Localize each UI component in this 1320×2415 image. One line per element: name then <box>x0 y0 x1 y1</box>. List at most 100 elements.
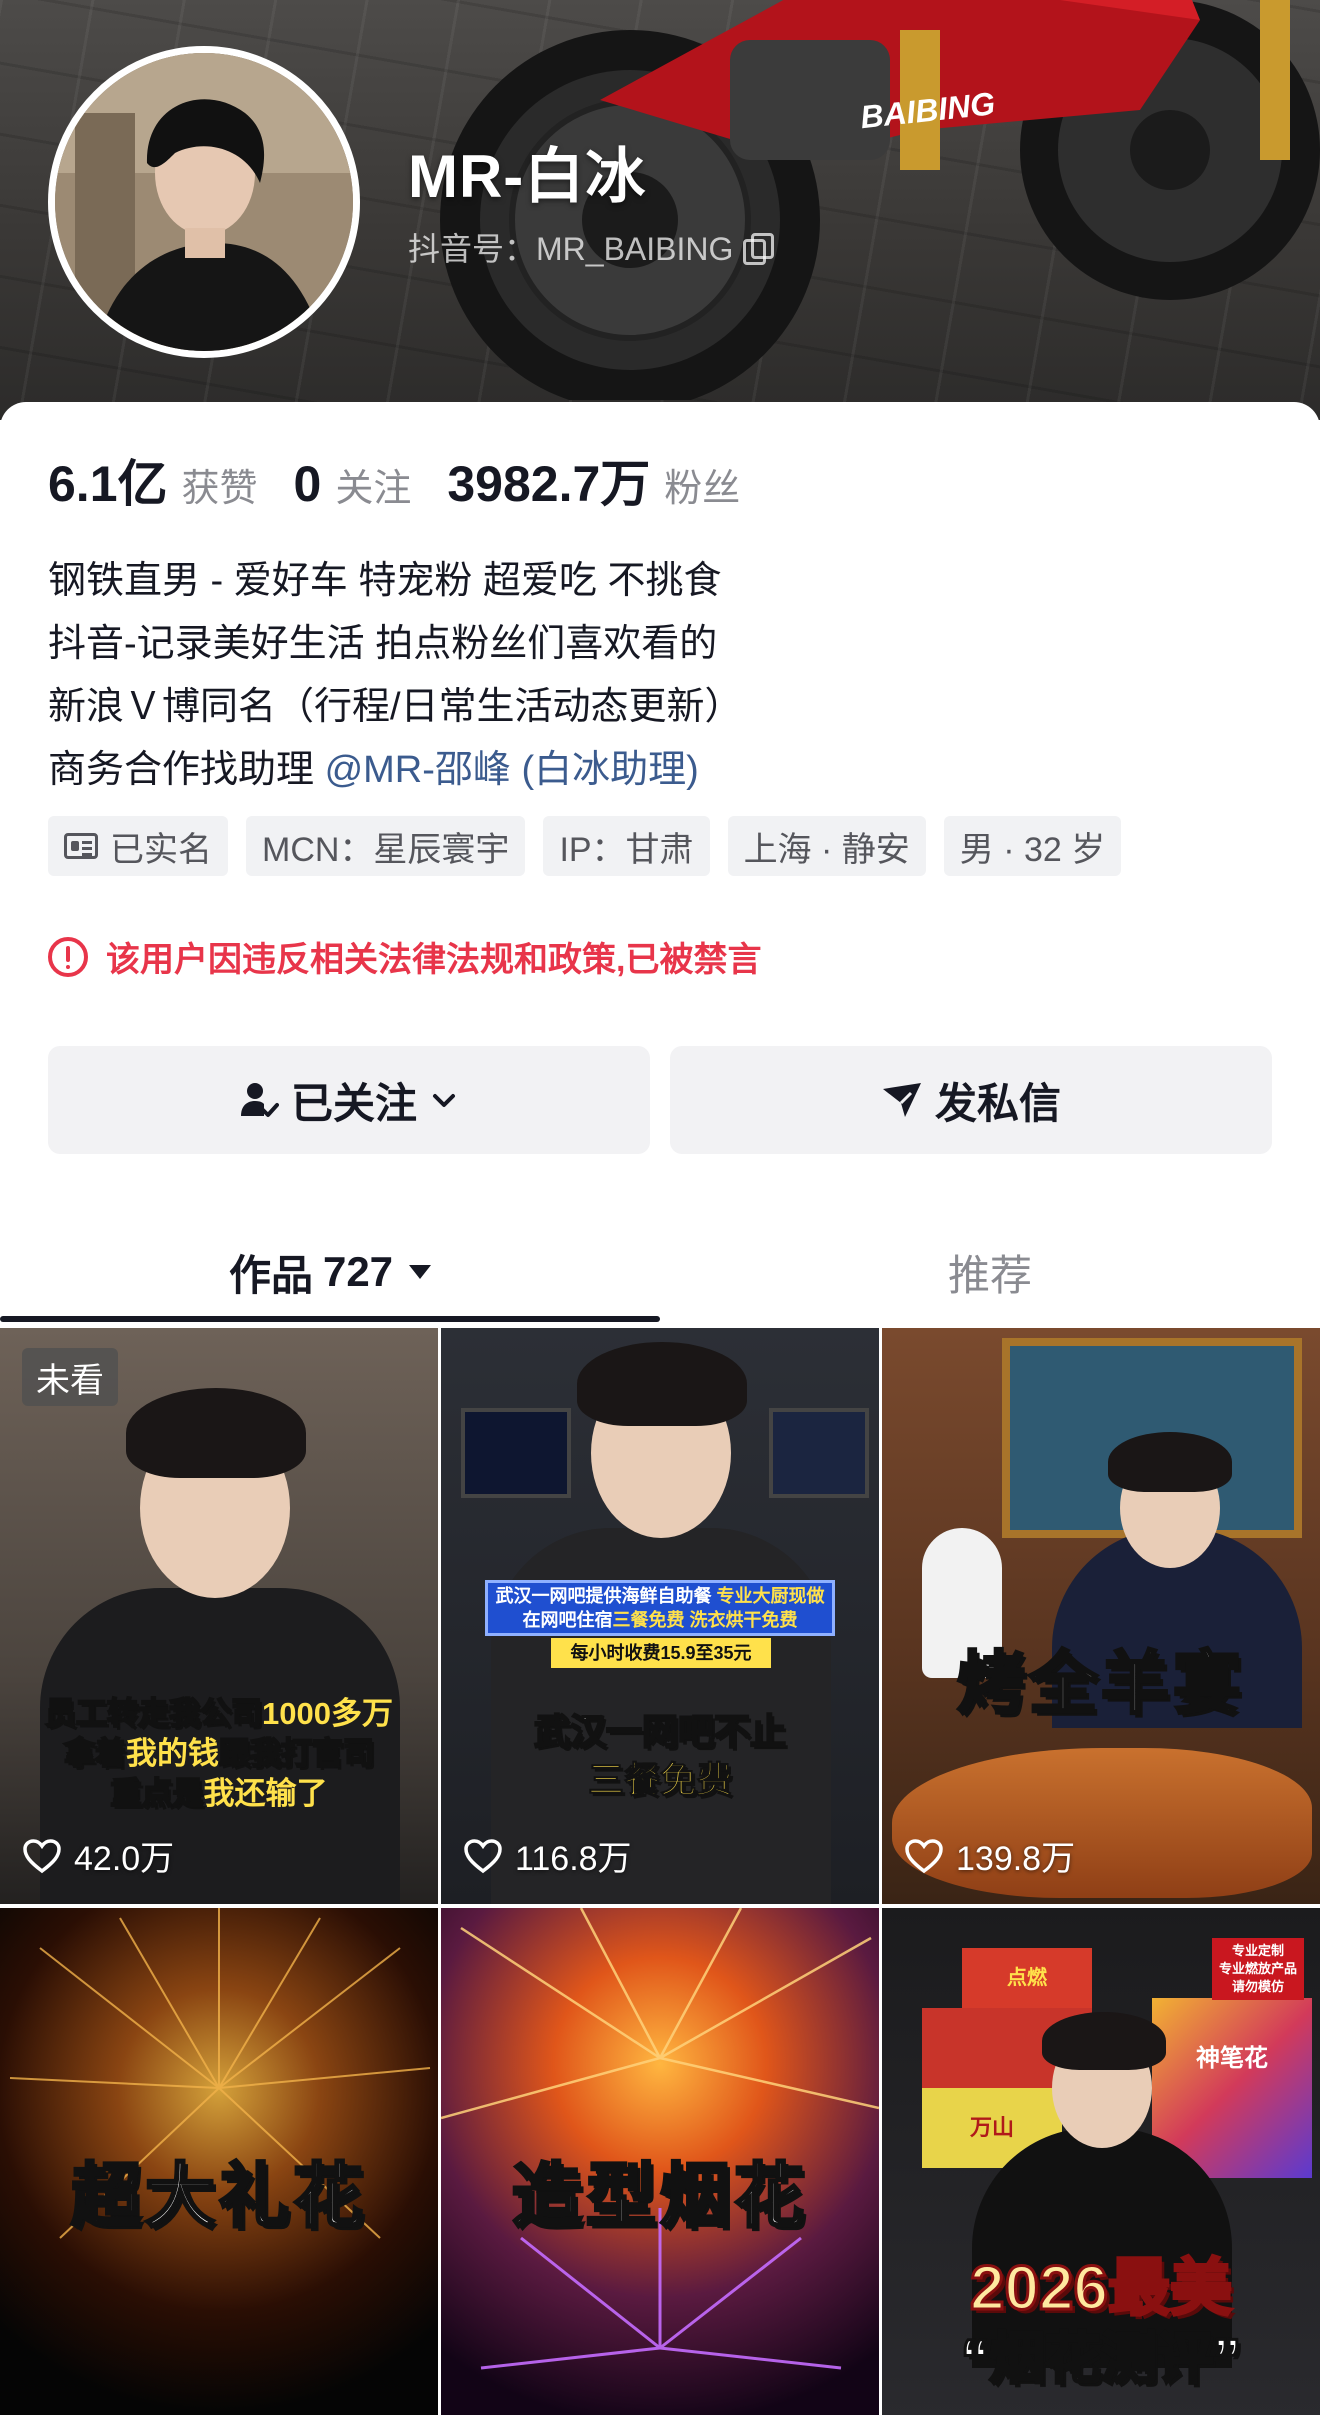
caption-text: 拿着 <box>63 1735 127 1772</box>
person-hair <box>1108 1432 1232 1492</box>
tag-gender-age: 男 · 32 岁 <box>943 816 1122 876</box>
message-button[interactable]: 发私信 <box>670 1046 1272 1154</box>
tag-ip: IP：甘肃 <box>543 816 710 876</box>
sign-text: 专业燃放产品 <box>1218 1961 1297 1976</box>
tag-label: 已实名 <box>110 830 212 869</box>
tab-works-count: 727 <box>322 1248 394 1295</box>
bio-line: 商务合作找助理 @MR-邵峰 (白冰助理) <box>48 739 743 802</box>
tag-verified[interactable]: 已实名 <box>48 816 228 876</box>
profile-stats: 6.1亿 获赞 0 关注 3982.7万 粉丝 <box>48 444 776 516</box>
caption-text: 武汉一网吧不止 <box>533 1710 787 1753</box>
tag-mcn[interactable]: MCN：星辰寰宇 <box>246 816 526 876</box>
send-icon <box>882 1083 921 1117</box>
bio-line-text: 商务合作找助理 <box>48 749 325 791</box>
ban-notice-text: 该用户因违反相关法律法规和政策,已被禁言 <box>106 941 762 979</box>
caption-highlight: 三餐免费 <box>587 1759 732 1801</box>
douyin-id-row[interactable]: 抖音号：MR_BAIBING <box>408 224 775 270</box>
video-caption: 武汉一网吧不止 三餐免费 <box>441 1708 879 1804</box>
stat-label: 关注 <box>335 468 412 510</box>
tab-recommend-label: 推荐 <box>947 1251 1032 1299</box>
video-thumbnail[interactable]: 烤全羊宴 139.8万 <box>882 1328 1320 1904</box>
likes-count: 139.8万 <box>956 1840 1076 1878</box>
tab-works[interactable]: 作品 727 <box>0 1222 660 1322</box>
caption-text: 跟我打官司 <box>218 1735 375 1772</box>
chevron-down-icon <box>433 1094 455 1107</box>
video-thumbnail[interactable]: 造型烟花 <box>441 1908 879 2415</box>
video-headline: 造型烟花 <box>511 2156 808 2237</box>
sign-text: 请勿模仿 <box>1231 1979 1284 1994</box>
id-card-icon <box>64 833 98 859</box>
copy-icon[interactable] <box>743 233 775 265</box>
heart-icon <box>23 1838 61 1873</box>
banner-text: 在网吧住宿 <box>522 1610 613 1630</box>
banner-highlight: 洗衣烘干免费 <box>689 1610 798 1630</box>
banner-highlight: 专业大厨现做 <box>716 1586 825 1606</box>
video-likes: 42.0万 <box>22 1831 174 1880</box>
video-headline: 超大礼花 <box>70 2156 367 2237</box>
tab-recommend[interactable]: 推荐 <box>660 1222 1320 1322</box>
video-likes: 139.8万 <box>904 1831 1075 1880</box>
stat-value: 0 <box>293 456 322 512</box>
headline-line: 2026最美 <box>969 2253 1234 2325</box>
bio-line: 钢铁直男 - 爱好车 特宠粉 超爱吃 不挑食 <box>48 560 722 602</box>
video-thumbnail[interactable]: 点燃 万山 神笔花 专业定制 专业燃放产品 请勿模仿 2026最美 “烟花测评” <box>882 1908 1320 2415</box>
stat-value: 3982.7万 <box>447 456 651 512</box>
box-label: 万山 <box>969 2115 1014 2140</box>
stat-value: 6.1亿 <box>48 456 168 512</box>
stat-label: 粉丝 <box>664 468 741 510</box>
stat-label: 获赞 <box>181 468 258 510</box>
avatar[interactable] <box>48 46 360 358</box>
ban-notice: 该用户因违反相关法律法规和政策,已被禁言 <box>48 932 761 981</box>
profile-actions: 已关注 发私信 <box>48 1046 1272 1154</box>
video-thumbnail[interactable]: 超大礼花 <box>0 1908 438 2415</box>
tag-label: MCN：星辰寰宇 <box>262 830 510 869</box>
sign-text: 专业定制 <box>1231 1943 1284 1958</box>
assistant-mention-link[interactable]: @MR-邵峰 (白冰助理) <box>325 749 699 791</box>
banner-text: 每小时收费15.9至35元 <box>570 1643 752 1663</box>
headline-line: “烟花测评” <box>960 2326 1243 2392</box>
video-likes: 116.8万 <box>463 1831 632 1880</box>
video-caption: 员工转走我公司1000多万 拿着我的钱跟我打官司 重点是我还输了 <box>0 1694 438 1814</box>
banner-text: 武汉一网吧提供海鲜自助餐 <box>495 1586 712 1606</box>
caption-text: 重点是 <box>110 1775 205 1812</box>
likes-count: 116.8万 <box>515 1840 632 1878</box>
heart-icon <box>464 1838 502 1873</box>
caption-highlight: 我的钱 <box>126 1736 219 1771</box>
video-grid: 未看 员工转走我公司1000多万 拿着我的钱跟我打官司 重点是我还输了 42.0… <box>0 1328 1320 2415</box>
message-button-label: 发私信 <box>934 1079 1061 1127</box>
caption-text: 员工转走我公司 <box>44 1695 263 1732</box>
caption-highlight: 我还输了 <box>203 1776 328 1811</box>
video-headline: 2026最美 “烟花测评” <box>882 2253 1320 2394</box>
stat-likes[interactable]: 6.1亿 获赞 <box>48 444 258 516</box>
banner-highlight: 三餐免费 <box>612 1610 685 1630</box>
video-thumbnail[interactable]: 武汉一网吧提供海鲜自助餐 专业大厨现做 在网吧住宿三餐免费 洗衣烘干免费 每小时… <box>441 1328 879 1904</box>
profile-tags: 已实名 MCN：星辰寰宇 IP：甘肃 上海 · 静安 男 · 32 岁 <box>48 816 1122 876</box>
avatar-photo <box>55 53 353 351</box>
followed-button[interactable]: 已关注 <box>48 1046 650 1154</box>
profile-tabs: 作品 727 推荐 <box>0 1222 1320 1322</box>
likes-count: 42.0万 <box>74 1840 175 1878</box>
stat-followers[interactable]: 3982.7万 粉丝 <box>447 444 740 516</box>
tag-label: 男 · 32 岁 <box>959 830 1106 869</box>
warning-icon <box>48 936 88 977</box>
stat-following[interactable]: 0 关注 <box>294 455 412 513</box>
tag-label: IP：甘肃 <box>559 830 694 869</box>
heart-icon <box>905 1838 943 1873</box>
news-banner: 武汉一网吧提供海鲜自助餐 专业大厨现做 在网吧住宿三餐免费 洗衣烘干免费 <box>485 1580 835 1636</box>
box-label: 神笔花 <box>1196 2045 1268 2072</box>
caret-down-icon[interactable] <box>409 1265 432 1279</box>
monitor-screen <box>461 1408 571 1498</box>
monitor-screen <box>769 1408 869 1498</box>
caption-highlight: 1000多万 <box>262 1696 393 1731</box>
active-tab-indicator <box>0 1316 660 1322</box>
video-headline: 烤全羊宴 <box>955 1645 1245 1724</box>
video-thumbnail[interactable]: 未看 员工转走我公司1000多万 拿着我的钱跟我打官司 重点是我还输了 42.0… <box>0 1328 438 1904</box>
box-label: 点燃 <box>1007 1967 1047 1989</box>
bio-line: 抖音-记录美好生活 拍点粉丝们喜欢看的 <box>48 623 718 665</box>
tag-label: 上海 · 静安 <box>743 830 910 869</box>
tag-location: 上海 · 静安 <box>727 816 926 876</box>
tab-works-label: 作品 <box>228 1251 313 1299</box>
firework-box: 点燃 <box>962 1948 1092 2008</box>
user-check-icon <box>240 1083 279 1117</box>
profile-cover[interactable]: BAIBING MR-白冰 抖音号：MR_BAIBING <box>0 0 1320 420</box>
